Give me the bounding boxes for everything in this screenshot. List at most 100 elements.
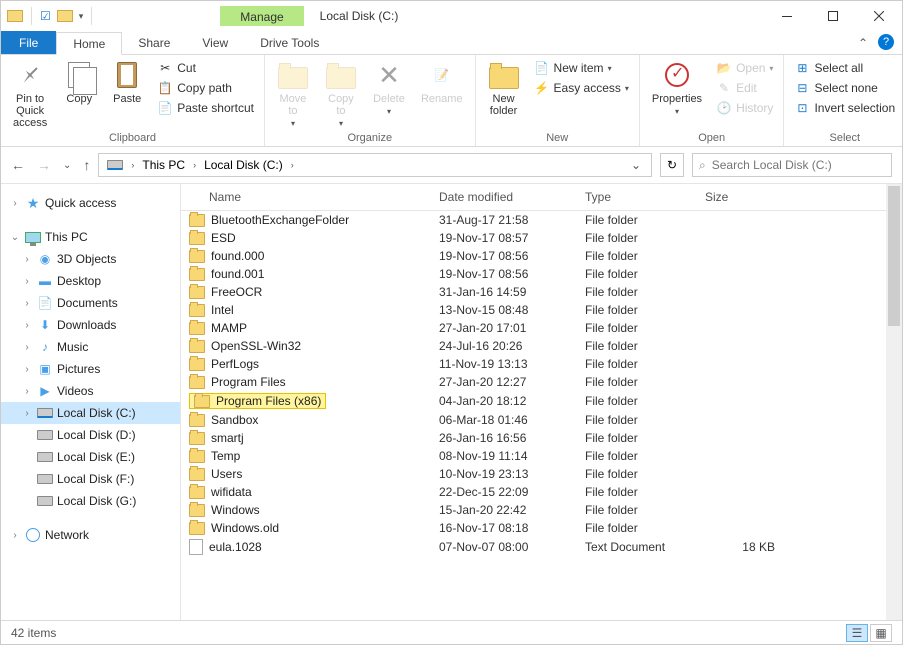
refresh-button[interactable]: ↻ — [660, 153, 684, 177]
chevron-right-icon[interactable]: › — [21, 364, 33, 375]
search-box[interactable]: ⌕ — [692, 153, 892, 177]
file-row[interactable]: Temp08-Nov-19 11:14File folder — [181, 447, 902, 465]
file-tab[interactable]: File — [1, 31, 56, 54]
file-list[interactable]: BluetoothExchangeFolder31-Aug-17 21:58Fi… — [181, 211, 902, 620]
select-none-button[interactable]: ⊟Select none — [790, 79, 899, 97]
scrollbar[interactable] — [886, 184, 902, 620]
drive-tools-tab[interactable]: Drive Tools — [244, 31, 335, 54]
file-row[interactable]: Windows15-Jan-20 22:42File folder — [181, 501, 902, 519]
tree-network[interactable]: ›Network — [1, 524, 180, 546]
chevron-right-icon[interactable]: › — [21, 386, 33, 397]
share-tab[interactable]: Share — [122, 31, 186, 54]
paste-shortcut-button[interactable]: 📄Paste shortcut — [153, 99, 258, 117]
tree-drive-c[interactable]: ›Local Disk (C:) — [1, 402, 180, 424]
navigation-pane[interactable]: ›★Quick access ⌄This PC ›◉3D Objects ›▬D… — [1, 184, 181, 620]
address-bar[interactable]: › This PC › Local Disk (C:) › ⌄ — [98, 153, 652, 177]
properties-button[interactable]: Properties ▾ — [646, 57, 708, 118]
qat-properties-icon[interactable]: ☑ — [40, 9, 51, 23]
qat-dropdown-icon[interactable]: ▾ — [79, 11, 84, 22]
select-all-button[interactable]: ⊞Select all — [790, 59, 899, 77]
open-button[interactable]: 📂Open ▾ — [712, 59, 777, 77]
chevron-right-icon[interactable]: › — [131, 160, 134, 170]
new-item-button[interactable]: 📄New item ▾ — [530, 59, 633, 77]
tree-drive-f[interactable]: Local Disk (F:) — [1, 468, 180, 490]
tree-documents[interactable]: ›📄Documents — [1, 292, 180, 314]
chevron-right-icon[interactable]: › — [291, 160, 294, 170]
tree-drive-e[interactable]: Local Disk (E:) — [1, 446, 180, 468]
file-row[interactable]: Users10-Nov-19 23:13File folder — [181, 465, 902, 483]
edit-button[interactable]: ✎Edit — [712, 79, 777, 97]
history-button[interactable]: 🕑History — [712, 99, 777, 117]
address-dropdown-icon[interactable]: ⌄ — [625, 158, 647, 172]
maximize-button[interactable] — [810, 1, 856, 31]
close-button[interactable] — [856, 1, 902, 31]
column-header-type[interactable]: Type — [585, 190, 705, 204]
back-button[interactable]: ← — [11, 157, 25, 173]
scrollbar-thumb[interactable] — [888, 186, 900, 326]
column-header-date[interactable]: Date modified — [439, 190, 585, 204]
chevron-down-icon[interactable]: ⌄ — [9, 232, 21, 243]
file-row[interactable]: Intel13-Nov-15 08:48File folder — [181, 301, 902, 319]
tree-music[interactable]: ›♪Music — [1, 336, 180, 358]
column-header-name[interactable]: Name — [181, 190, 439, 204]
file-row[interactable]: BluetoothExchangeFolder31-Aug-17 21:58Fi… — [181, 211, 902, 229]
tree-quick-access[interactable]: ›★Quick access — [1, 192, 180, 214]
delete-button[interactable]: ✕ Delete ▾ — [367, 57, 411, 118]
chevron-right-icon[interactable]: › — [9, 530, 21, 541]
tree-3d-objects[interactable]: ›◉3D Objects — [1, 248, 180, 270]
breadcrumb-drive[interactable]: Local Disk (C:) — [200, 158, 287, 172]
chevron-right-icon[interactable]: › — [21, 276, 33, 287]
details-view-button[interactable]: ☰ — [846, 624, 868, 642]
home-tab[interactable]: Home — [56, 32, 122, 55]
file-row[interactable]: MAMP27-Jan-20 17:01File folder — [181, 319, 902, 337]
chevron-right-icon[interactable]: › — [193, 160, 196, 170]
chevron-right-icon[interactable]: › — [9, 198, 21, 209]
paste-button[interactable]: Paste — [105, 57, 149, 107]
up-button[interactable]: ↑ — [83, 157, 90, 173]
invert-selection-button[interactable]: ⊡Invert selection — [790, 99, 899, 117]
chevron-right-icon[interactable]: › — [21, 408, 33, 419]
chevron-right-icon[interactable]: › — [21, 342, 33, 353]
chevron-right-icon[interactable]: › — [21, 254, 33, 265]
copy-path-button[interactable]: 📋Copy path — [153, 79, 258, 97]
file-row[interactable]: ESD19-Nov-17 08:57File folder — [181, 229, 902, 247]
file-row[interactable]: found.00019-Nov-17 08:56File folder — [181, 247, 902, 265]
large-icons-view-button[interactable]: ▦ — [870, 624, 892, 642]
file-row[interactable]: PerfLogs11-Nov-19 13:13File folder — [181, 355, 902, 373]
copy-button[interactable]: Copy — [57, 57, 101, 107]
tree-pictures[interactable]: ›▣Pictures — [1, 358, 180, 380]
new-folder-button[interactable]: New folder — [482, 57, 526, 119]
forward-button[interactable]: → — [37, 157, 51, 173]
search-input[interactable] — [712, 158, 885, 172]
tree-downloads[interactable]: ›⬇Downloads — [1, 314, 180, 336]
file-row[interactable]: Program Files (x86)04-Jan-20 18:12File f… — [181, 391, 902, 411]
easy-access-button[interactable]: ⚡Easy access ▾ — [530, 79, 633, 97]
file-row[interactable]: OpenSSL-Win3224-Jul-16 20:26File folder — [181, 337, 902, 355]
rename-button[interactable]: 📝 Rename — [415, 57, 469, 107]
file-row[interactable]: Sandbox06-Mar-18 01:46File folder — [181, 411, 902, 429]
tree-drive-d[interactable]: Local Disk (D:) — [1, 424, 180, 446]
minimize-button[interactable] — [764, 1, 810, 31]
chevron-right-icon[interactable]: › — [21, 320, 33, 331]
move-to-button[interactable]: Move to ▾ — [271, 57, 315, 130]
file-row[interactable]: found.00119-Nov-17 08:56File folder — [181, 265, 902, 283]
help-icon[interactable]: ? — [878, 34, 894, 50]
tree-drive-g[interactable]: Local Disk (G:) — [1, 490, 180, 512]
column-header-size[interactable]: Size — [705, 190, 785, 204]
copy-to-button[interactable]: Copy to ▾ — [319, 57, 363, 130]
file-row[interactable]: Windows.old16-Nov-17 08:18File folder — [181, 519, 902, 537]
file-row[interactable]: eula.102807-Nov-07 08:00Text Document18 … — [181, 537, 902, 557]
file-row[interactable]: wifidata22-Dec-15 22:09File folder — [181, 483, 902, 501]
chevron-right-icon[interactable]: › — [21, 298, 33, 309]
file-row[interactable]: FreeOCR31-Jan-16 14:59File folder — [181, 283, 902, 301]
recent-locations-icon[interactable]: ⌄ — [63, 160, 71, 171]
tree-videos[interactable]: ›▶Videos — [1, 380, 180, 402]
qat-newfolder-icon[interactable] — [57, 10, 73, 22]
file-row[interactable]: Program Files27-Jan-20 12:27File folder — [181, 373, 902, 391]
pin-to-quick-access-button[interactable]: Pin to Quick access — [7, 57, 53, 131]
cut-button[interactable]: ✂Cut — [153, 59, 258, 77]
tree-this-pc[interactable]: ⌄This PC — [1, 226, 180, 248]
breadcrumb-this-pc[interactable]: This PC — [138, 158, 189, 172]
tree-desktop[interactable]: ›▬Desktop — [1, 270, 180, 292]
file-row[interactable]: smartj26-Jan-16 16:56File folder — [181, 429, 902, 447]
